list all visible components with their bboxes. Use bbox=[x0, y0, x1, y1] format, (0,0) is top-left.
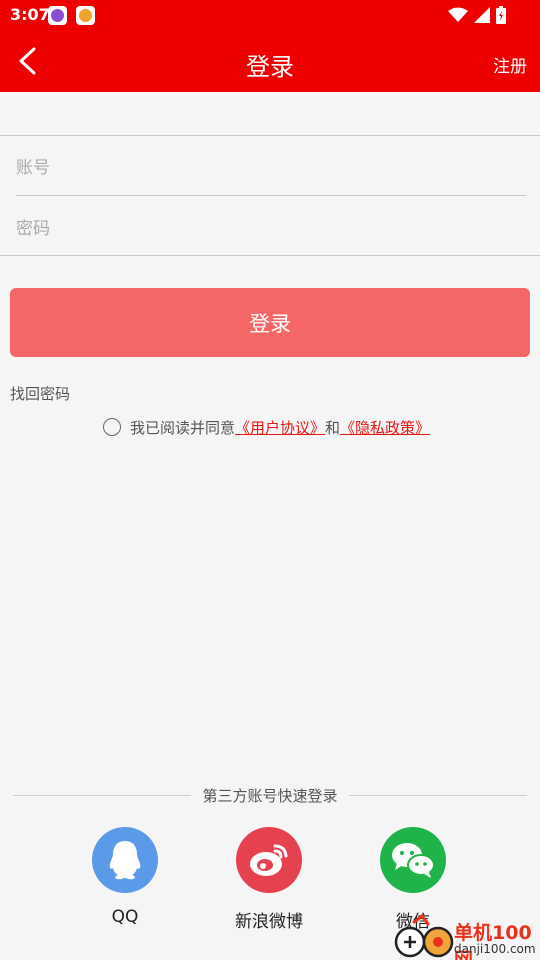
top-app-bar: 登录 注册 bbox=[0, 30, 540, 92]
qq-icon[interactable] bbox=[92, 827, 158, 893]
status-bar: 3:07 bbox=[0, 0, 540, 30]
weibo-label: 新浪微博 bbox=[235, 912, 303, 932]
account-input[interactable]: 账号 bbox=[16, 136, 526, 196]
wechat-icon[interactable] bbox=[380, 827, 446, 893]
divider-line bbox=[349, 795, 527, 796]
login-button[interactable]: 登录 bbox=[10, 288, 530, 357]
privacy-policy-link[interactable]: 《隐私政策》 bbox=[340, 417, 430, 438]
login-form: 账号 密码 bbox=[0, 135, 540, 256]
system-icons bbox=[448, 6, 506, 24]
notification-app-icon bbox=[48, 6, 67, 25]
qq-label: QQ bbox=[111, 907, 139, 927]
agreement-text: 我已阅读并同意 bbox=[130, 418, 236, 437]
signal-icon bbox=[474, 7, 490, 23]
agreement-radio[interactable] bbox=[103, 418, 121, 436]
status-time: 3:07 bbox=[10, 5, 50, 24]
watermark-logo-icon bbox=[394, 914, 454, 958]
battery-icon bbox=[496, 6, 506, 24]
agreement-row: 我已阅读并同意 《用户协议》 和 《隐私政策》 bbox=[103, 416, 430, 438]
notification-app-icon bbox=[76, 6, 95, 25]
third-party-divider: 第三方账号快速登录 bbox=[13, 783, 527, 807]
wifi-icon bbox=[448, 7, 468, 22]
user-agreement-link[interactable]: 《用户协议》 bbox=[235, 417, 325, 438]
weibo-login-button[interactable]: 新浪微博 bbox=[219, 827, 319, 932]
forgot-password-link[interactable]: 找回密码 bbox=[10, 383, 70, 404]
watermark-url: danji100.com bbox=[454, 942, 536, 956]
register-button[interactable]: 注册 bbox=[493, 52, 527, 77]
page-title: 登录 bbox=[246, 53, 294, 81]
site-watermark: 单机100网 danji100.com bbox=[392, 914, 540, 960]
agreement-and-text: 和 bbox=[325, 418, 341, 437]
password-input[interactable]: 密码 bbox=[16, 196, 526, 256]
qq-login-button[interactable]: QQ bbox=[75, 827, 175, 927]
weibo-icon[interactable] bbox=[236, 827, 302, 893]
